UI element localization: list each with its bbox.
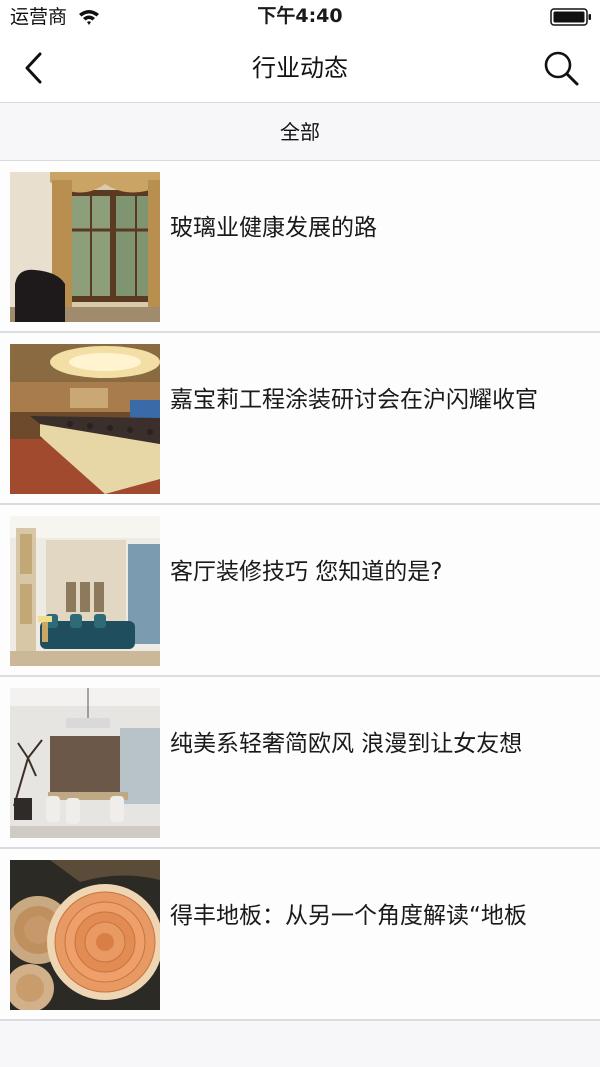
status-bar: 运营商 下午4:40 — [0, 0, 600, 34]
conference-hall-photo — [10, 344, 160, 494]
news-item[interactable]: 纯美系轻奢简欧风 浪漫到让女友想 — [0, 677, 600, 849]
news-title: 嘉宝莉工程涂装研讨会在沪闪耀收官 — [170, 387, 538, 413]
news-item[interactable]: 得丰地板：从另一个角度解读“地板 — [0, 849, 600, 1021]
category-filter-bar: 全部 — [0, 103, 600, 161]
navigation-bar: 行业动态 — [0, 34, 600, 103]
news-item[interactable]: 嘉宝莉工程涂装研讨会在沪闪耀收官 — [0, 333, 600, 505]
search-button[interactable] — [540, 47, 582, 89]
filter-all-tab[interactable]: 全部 — [0, 118, 600, 146]
wood-log-rings-photo — [10, 860, 160, 1010]
search-icon — [544, 51, 579, 86]
news-item[interactable]: 玻璃业健康发展的路 — [0, 161, 600, 333]
status-time: 下午4:40 — [257, 5, 343, 27]
news-title: 客厅装修技巧 您知道的是? — [170, 559, 443, 585]
dining-room-photo — [10, 688, 160, 838]
classic-living-room-photo — [10, 516, 160, 666]
battery-icon — [550, 8, 591, 26]
news-list: 玻璃业健康发展的路 嘉宝莉工程涂装研讨会在沪闪耀收官 客厅装修技巧 您知道的是?… — [0, 161, 600, 1021]
news-title: 玻璃业健康发展的路 — [170, 215, 377, 241]
news-item[interactable]: 客厅装修技巧 您知道的是? — [0, 505, 600, 677]
news-title: 纯美系轻奢简欧风 浪漫到让女友想 — [170, 731, 523, 757]
living-room-window-photo — [10, 172, 160, 322]
page-title: 行业动态 — [252, 54, 348, 82]
news-title: 得丰地板：从另一个角度解读“地板 — [170, 903, 527, 929]
